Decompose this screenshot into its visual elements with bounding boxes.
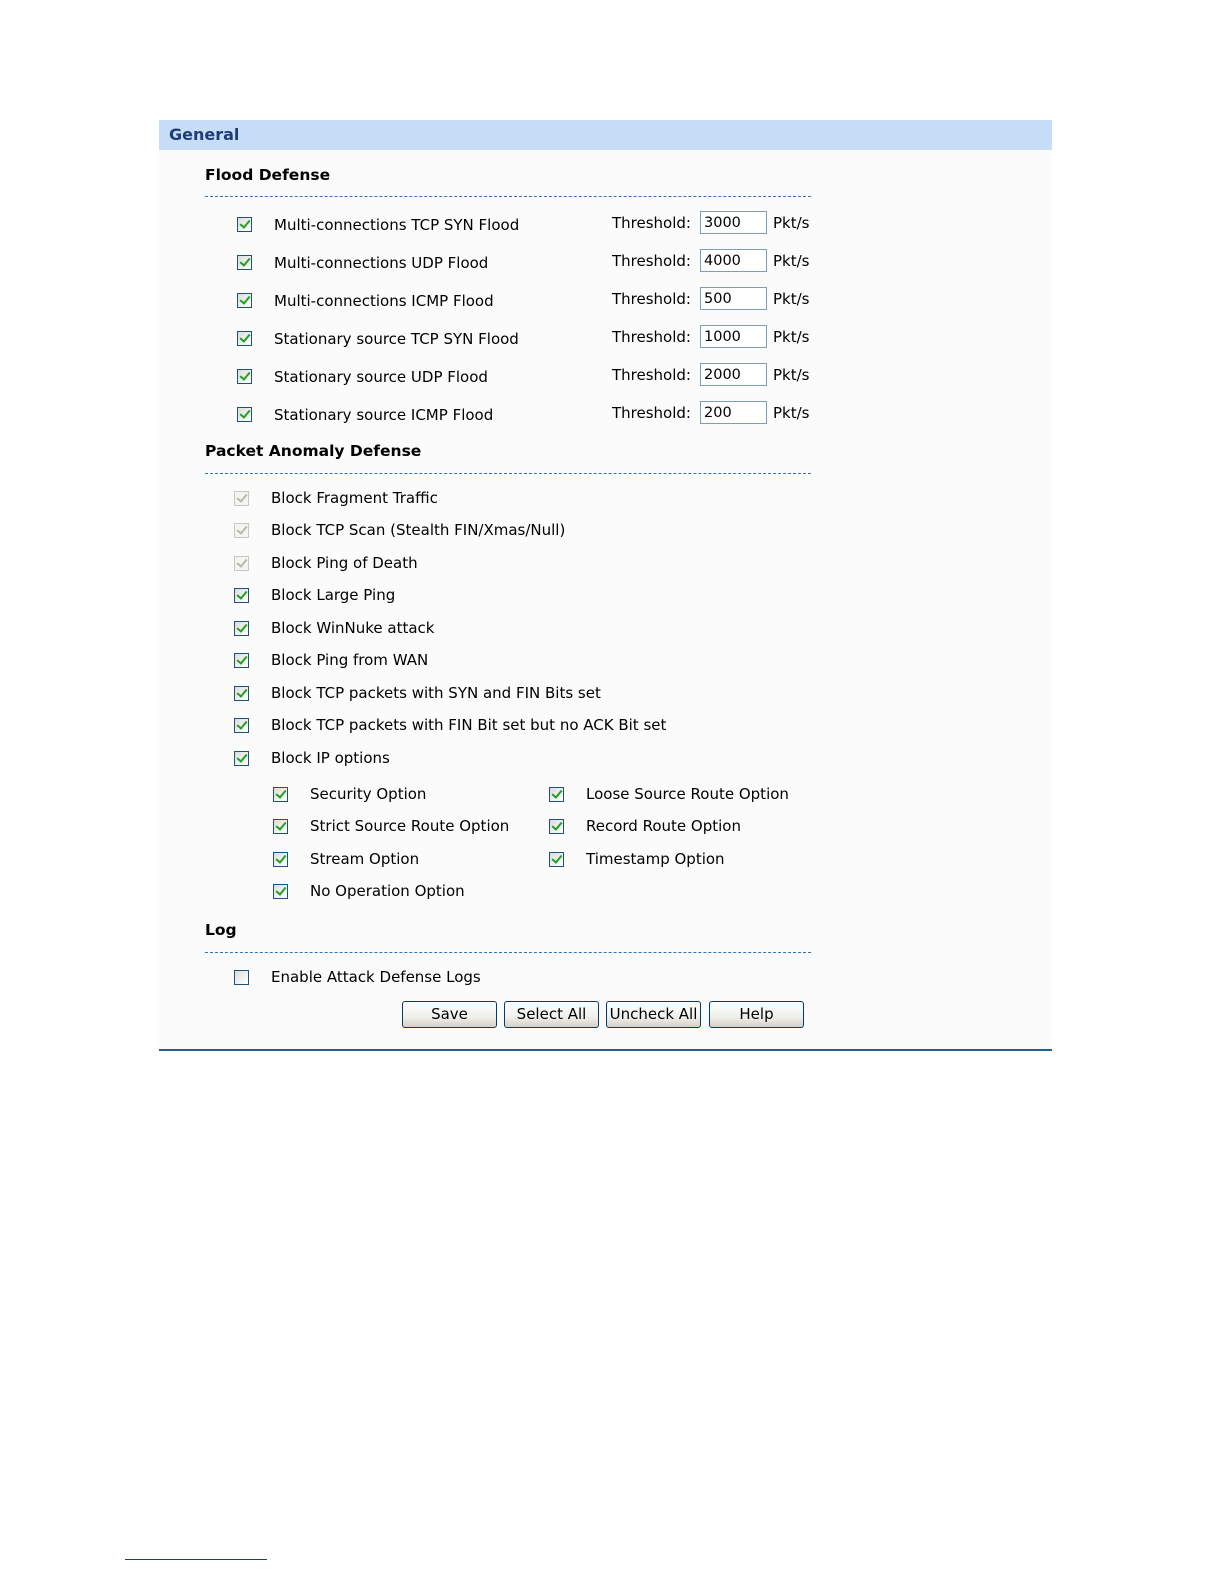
flood-row-label: Multi-connections TCP SYN Flood (274, 216, 520, 234)
threshold-input-tcp-syn[interactable] (700, 211, 767, 234)
packet-anomaly-divider (205, 473, 811, 474)
threshold-input-stationary-icmp[interactable] (700, 401, 767, 424)
threshold-label: Threshold: (612, 290, 691, 308)
ip-option-label: Security Option (310, 785, 427, 803)
threshold-label: Threshold: (612, 366, 691, 384)
loose-source-route-checkbox[interactable] (549, 787, 564, 802)
flood-row-label: Stationary source ICMP Flood (274, 406, 494, 424)
threshold-unit: Pkt/s (773, 252, 810, 270)
anomaly-item-label: Block Large Ping (271, 586, 396, 604)
ip-option-label: Loose Source Route Option (586, 785, 789, 803)
threshold-unit: Pkt/s (773, 328, 810, 346)
threshold-unit: Pkt/s (773, 290, 810, 308)
threshold-unit: Pkt/s (773, 214, 810, 232)
anomaly-item-label: Block TCP packets with SYN and FIN Bits … (271, 684, 601, 702)
block-tcp-scan-checkbox (234, 523, 249, 538)
ip-option-label: Timestamp Option (586, 850, 725, 868)
flood-tcp-syn-checkbox[interactable] (237, 217, 252, 232)
timestamp-option-checkbox[interactable] (549, 852, 564, 867)
select-all-button[interactable]: Select All (504, 1001, 599, 1028)
record-route-checkbox[interactable] (549, 819, 564, 834)
block-large-ping-checkbox[interactable] (234, 588, 249, 603)
threshold-input-icmp[interactable] (700, 287, 767, 310)
block-fin-no-ack-checkbox[interactable] (234, 718, 249, 733)
packet-anomaly-title: Packet Anomaly Defense (205, 442, 422, 460)
threshold-label: Threshold: (612, 214, 691, 232)
threshold-label: Threshold: (612, 252, 691, 270)
log-divider (205, 952, 811, 953)
block-fragment-checkbox (234, 491, 249, 506)
flood-udp-checkbox[interactable] (237, 255, 252, 270)
threshold-input-stationary-udp[interactable] (700, 363, 767, 386)
threshold-label: Threshold: (612, 328, 691, 346)
ip-option-label: Record Route Option (586, 817, 741, 835)
ip-option-label: Stream Option (310, 850, 420, 868)
enable-attack-logs-checkbox[interactable] (234, 970, 249, 985)
anomaly-item-label: Block Fragment Traffic (271, 489, 438, 507)
block-ip-options-checkbox[interactable] (234, 751, 249, 766)
anomaly-item-label: Block TCP packets with FIN Bit set but n… (271, 716, 667, 734)
flood-row-label: Multi-connections UDP Flood (274, 254, 489, 272)
enable-attack-logs-label: Enable Attack Defense Logs (271, 968, 481, 986)
threshold-label: Threshold: (612, 404, 691, 422)
flood-icmp-checkbox[interactable] (237, 293, 252, 308)
log-title: Log (205, 921, 237, 939)
block-winnuke-checkbox[interactable] (234, 621, 249, 636)
block-ping-of-death-checkbox (234, 556, 249, 571)
panel-title: General (159, 120, 1052, 150)
save-button[interactable]: Save (402, 1001, 497, 1028)
ip-option-label: Strict Source Route Option (310, 817, 510, 835)
flood-defense-title: Flood Defense (205, 166, 331, 184)
strict-source-route-checkbox[interactable] (273, 819, 288, 834)
ip-option-label: No Operation Option (310, 882, 465, 900)
help-button[interactable]: Help (709, 1001, 804, 1028)
anomaly-item-label: Block WinNuke attack (271, 619, 435, 637)
anomaly-item-label: Block IP options (271, 749, 390, 767)
flood-row-label: Stationary source TCP SYN Flood (274, 330, 519, 348)
footnote-separator (125, 1559, 267, 1560)
flood-row-label: Multi-connections ICMP Flood (274, 292, 494, 310)
flood-stationary-tcp-syn-checkbox[interactable] (237, 331, 252, 346)
uncheck-all-button[interactable]: Uncheck All (606, 1001, 701, 1028)
block-syn-fin-checkbox[interactable] (234, 686, 249, 701)
no-operation-option-checkbox[interactable] (273, 884, 288, 899)
threshold-unit: Pkt/s (773, 404, 810, 422)
threshold-unit: Pkt/s (773, 366, 810, 384)
threshold-input-udp[interactable] (700, 249, 767, 272)
flood-row-label: Stationary source UDP Flood (274, 368, 488, 386)
security-option-checkbox[interactable] (273, 787, 288, 802)
stream-option-checkbox[interactable] (273, 852, 288, 867)
flood-stationary-icmp-checkbox[interactable] (237, 407, 252, 422)
block-ping-wan-checkbox[interactable] (234, 653, 249, 668)
flood-defense-divider (205, 196, 811, 197)
anomaly-item-label: Block TCP Scan (Stealth FIN/Xmas/Null) (271, 521, 566, 539)
anomaly-item-label: Block Ping from WAN (271, 651, 429, 669)
anomaly-item-label: Block Ping of Death (271, 554, 418, 572)
general-panel: General Flood Defense Multi-connections … (159, 120, 1052, 1051)
threshold-input-stationary-tcp-syn[interactable] (700, 325, 767, 348)
flood-stationary-udp-checkbox[interactable] (237, 369, 252, 384)
